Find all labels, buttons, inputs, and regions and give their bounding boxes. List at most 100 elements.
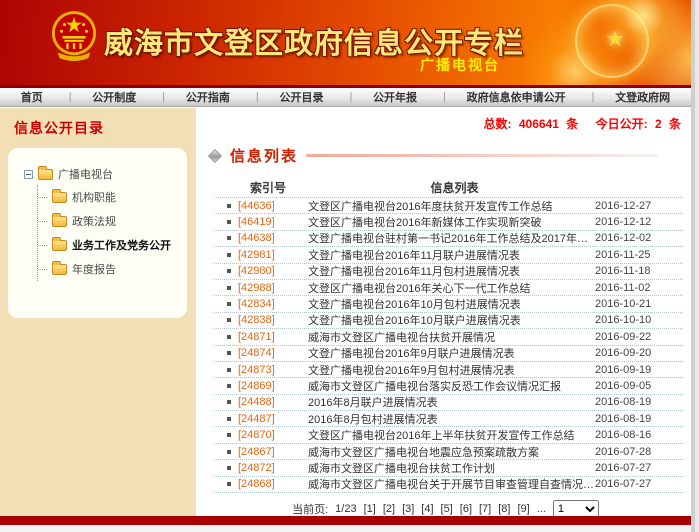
diamond-icon (208, 148, 222, 162)
nav-item[interactable]: 文登政府网 (615, 89, 670, 105)
national-emblem-icon (50, 8, 98, 66)
document-title-link[interactable]: 文登广播电视台2016年9月包村进展情况表 (294, 362, 595, 378)
document-title-link[interactable]: 文登广播电视台2016年10月包村进展情况表 (294, 296, 595, 312)
document-title-link[interactable]: 文登区广播电视台2016年度扶贫开发宣传工作总结 (294, 198, 595, 214)
tree-root-broadcast-tv[interactable]: 广播电视台 (24, 166, 181, 182)
index-number-link[interactable]: [44636] (238, 200, 294, 212)
index-number-link[interactable]: [24871] (238, 331, 294, 343)
index-number-link[interactable]: [42988] (238, 282, 294, 294)
table-row: [42834] 文登广播电视台2016年10月包村进展情况表 2016-10-2… (214, 296, 683, 312)
index-number-link[interactable]: [42980] (238, 265, 294, 277)
nav-separator: | (256, 91, 259, 103)
page-number-link[interactable]: [8] (498, 503, 510, 515)
nav-item[interactable]: 首页 (21, 89, 43, 105)
document-title-link[interactable]: 文登广播电视台2016年9月联户进展情况表 (294, 345, 595, 361)
tree-item[interactable]: 业务工作及党务公开 (38, 233, 181, 257)
nav-item[interactable]: 公开指南 (186, 89, 230, 105)
index-number-link[interactable]: [24867] (238, 446, 294, 458)
document-title-link[interactable]: 威海市文登区广播电视台扶贫工作计划 (294, 460, 595, 476)
document-title-link[interactable]: 文登区广播电视台2016年上半年扶贫开发宣传工作总结 (294, 427, 595, 443)
table-row: [42981] 文登广播电视台2016年11月联户进展情况表 2016-11-2… (214, 247, 683, 263)
nav-item[interactable]: 公开年报 (373, 89, 417, 105)
document-title-link[interactable]: 2016年8月包村进展情况表 (294, 411, 595, 427)
page-links: [1] [2] [3] [4] [5] [6] [7] [8] [9] (364, 503, 530, 515)
main-nav: 首页 | 公开制度 | 公开指南 | 公开目录 | 公开年报 | 政府信息依申请… (0, 88, 691, 107)
department-name: 广播电视台 (420, 55, 500, 75)
index-number-link[interactable]: [42981] (238, 249, 294, 261)
stats-today-value: 2 (655, 117, 662, 131)
page-number-link[interactable]: [6] (460, 503, 472, 515)
document-date: 2016-09-20 (595, 347, 683, 359)
tree-item[interactable]: 政策法规 (38, 209, 181, 233)
stats-line: 总数: 406641 条 今日公开: 2 条 (196, 108, 695, 132)
index-number-link[interactable]: [24873] (238, 364, 294, 376)
bullet-icon (227, 433, 231, 437)
document-date: 2016-09-05 (595, 380, 683, 392)
document-title-link[interactable]: 威海市文登区广播电视台扶贫开展情况 (294, 329, 595, 345)
pagination-prefix: 当前页: (292, 501, 328, 517)
document-title-link[interactable]: 文登广播电视台2016年11月联户进展情况表 (294, 247, 595, 263)
bullet-icon (227, 368, 231, 372)
sidebar-title: 信息公开目录 (0, 108, 196, 146)
index-number-link[interactable]: [24872] (238, 462, 294, 474)
page-number-link[interactable]: [2] (383, 503, 395, 515)
document-date: 2016-08-19 (595, 396, 683, 408)
document-date: 2016-12-02 (595, 232, 683, 244)
document-date: 2016-09-22 (595, 331, 683, 343)
nav-item[interactable]: 公开目录 (279, 89, 323, 105)
index-number-link[interactable]: [24487] (238, 413, 294, 425)
folder-icon (52, 192, 67, 203)
document-title-link[interactable]: 文登广播电视台2016年11月包村进展情况表 (294, 263, 595, 279)
nav-item-wrap: 公开年报 | (373, 89, 446, 105)
nav-item-wrap: 公开目录 | (279, 89, 352, 105)
index-number-link[interactable]: [44638] (238, 232, 294, 244)
tree-connector (38, 197, 47, 198)
document-title-link[interactable]: 威海市文登区广播电视台落实反恐工作会议情况汇报 (294, 378, 595, 394)
tree-connector (38, 221, 47, 222)
stats-today-label: 今日公开: (596, 117, 648, 131)
index-number-link[interactable]: [24488] (238, 396, 294, 408)
nav-separator: | (349, 91, 352, 103)
table-row: [24488] 2016年8月联户进展情况表 2016-08-19 (214, 395, 683, 411)
index-number-link[interactable]: [24868] (238, 478, 294, 490)
document-title-link[interactable]: 威海市文登区广播电视台地震应急预案疏散方案 (294, 444, 595, 460)
tree-children: 机构职能 政策法规 业务工作及党务公开 年度报告 (37, 185, 181, 281)
page-number-link[interactable]: [4] (421, 503, 433, 515)
tree-root-label: 广播电视台 (58, 166, 113, 182)
document-title-link[interactable]: 文登区广播电视台2016年关心下一代工作总结 (294, 280, 595, 296)
index-number-link[interactable]: [42838] (238, 314, 294, 326)
index-number-link[interactable]: [46419] (238, 216, 294, 228)
nav-item-wrap: 公开指南 | (186, 89, 259, 105)
table-row: [46419] 文登区广播电视台2016年新媒体工作实现新突破 2016-12-… (214, 214, 683, 230)
collapse-icon[interactable] (24, 170, 33, 179)
bullet-icon (227, 220, 231, 224)
tree-item[interactable]: 年度报告 (38, 257, 181, 281)
index-number-link[interactable]: [24869] (238, 380, 294, 392)
table-row: [24870] 文登区广播电视台2016年上半年扶贫开发宣传工作总结 2016-… (214, 427, 683, 443)
document-date: 2016-11-02 (595, 282, 683, 294)
index-number-link[interactable]: [24870] (238, 429, 294, 441)
table-row: [24487] 2016年8月包村进展情况表 2016-08-19 (214, 411, 683, 427)
document-title-link[interactable]: 文登广播电视台驻村第一书记2016年工作总结及2017年工作打算 (294, 230, 595, 246)
page-number-link[interactable]: [1] (364, 503, 376, 515)
bullet-icon (227, 384, 231, 388)
section-header: 信息列表 (208, 145, 695, 166)
page-number-link[interactable]: [7] (479, 503, 491, 515)
nav-item[interactable]: 公开制度 (92, 89, 136, 105)
document-title-link[interactable]: 威海市文登区广播电视台关于开展节目审查管理自查情况汇报 (294, 476, 595, 492)
document-title-link[interactable]: 2016年8月联户进展情况表 (294, 394, 595, 410)
page-number-link[interactable]: [9] (517, 503, 529, 515)
page-number-link[interactable]: [3] (402, 503, 414, 515)
index-number-link[interactable]: [24874] (238, 347, 294, 359)
table-row: [42980] 文登广播电视台2016年11月包村进展情况表 2016-11-1… (214, 264, 683, 280)
index-number-link[interactable]: [42834] (238, 298, 294, 310)
page: ★ 威海市文登区政府信息公开专栏 广播电视台 首页 | 公开制度 | (0, 0, 695, 532)
document-title-link[interactable]: 文登区广播电视台2016年新媒体工作实现新突破 (294, 214, 595, 230)
tree-item[interactable]: 机构职能 (38, 185, 181, 209)
document-title-link[interactable]: 文登广播电视台2016年10月联户进展情况表 (294, 312, 595, 328)
page-number-link[interactable]: [5] (441, 503, 453, 515)
nav-item[interactable]: 政府信息依申请公开 (467, 89, 566, 105)
table-body: [44636] 文登区广播电视台2016年度扶贫开发宣传工作总结 2016-12… (214, 198, 683, 493)
pagination-ellipsis: ... (537, 503, 546, 515)
document-date: 2016-10-21 (595, 298, 683, 310)
